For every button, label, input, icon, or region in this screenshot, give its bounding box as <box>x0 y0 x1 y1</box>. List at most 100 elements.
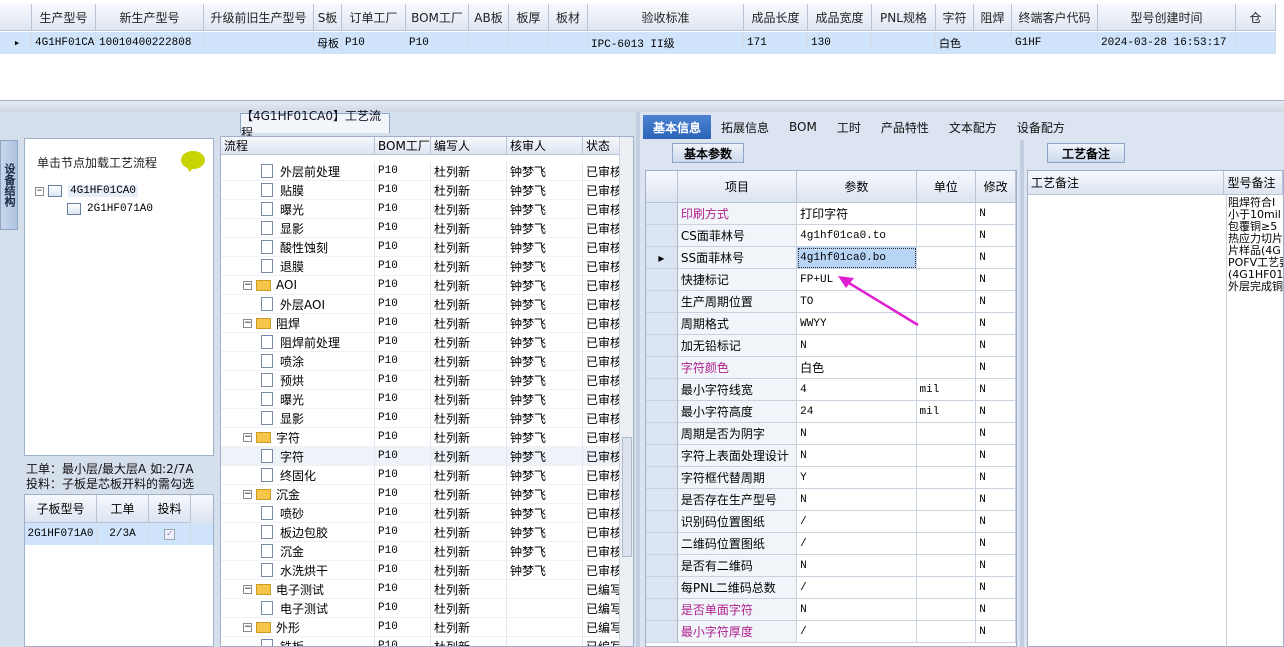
table-row[interactable]: CS面菲林号 4g1hf01ca0.to N <box>646 225 1016 247</box>
param-value[interactable]: / <box>797 577 917 599</box>
flow-name-cell[interactable]: 字符 <box>221 447 375 466</box>
flow-name-cell[interactable]: 电子测试 <box>221 599 375 618</box>
param-value[interactable]: TO <box>797 291 917 313</box>
param-value[interactable]: WWYY <box>797 313 917 335</box>
cell[interactable] <box>469 32 509 54</box>
row-indicator[interactable]: ▸ <box>646 247 678 269</box>
param-modify[interactable]: N <box>976 203 1016 225</box>
table-row[interactable]: 周期是否为阴字 N N <box>646 423 1016 445</box>
col-header[interactable]: 成品宽度 <box>808 4 872 31</box>
speech-bubble-icon[interactable] <box>181 151 205 172</box>
flow-name-cell[interactable]: 终固化 <box>221 466 375 485</box>
tab-4[interactable]: 产品特性 <box>871 115 939 139</box>
model-note-text[interactable]: 阻焊符合I 小于10mil 包覆铜≥5 热应力切片 片样品(4G POFV工艺要 (4G1H… <box>1228 197 1283 293</box>
flow-name-cell[interactable]: 阻焊前处理 <box>221 333 375 352</box>
table-row[interactable]: 印刷方式 打印字符 N <box>646 203 1016 225</box>
table-row[interactable]: 快捷标记 FP+UL N <box>646 269 1016 291</box>
cell[interactable]: 2024-03-28 16:53:17 <box>1098 32 1236 54</box>
param-value[interactable]: N <box>797 555 917 577</box>
tab-3[interactable]: 工时 <box>827 115 871 139</box>
row-indicator[interactable] <box>646 577 678 599</box>
table-row[interactable]: 喷涂 P10 杜列新 钟梦飞 已审核 <box>221 352 621 371</box>
table-row[interactable]: 字符 P10 杜列新 钟梦飞 已审核 <box>221 447 621 466</box>
col-header[interactable]: 型号创建时间 <box>1098 4 1236 31</box>
table-row[interactable]: 退膜 P10 杜列新 钟梦飞 已审核 <box>221 257 621 276</box>
cell[interactable] <box>974 32 1012 54</box>
device-structure-tab[interactable]: 设备结构 <box>0 140 18 230</box>
flow-name-cell[interactable]: 外层前处理 <box>221 162 375 181</box>
table-row[interactable]: 终固化 P10 杜列新 钟梦飞 已审核 <box>221 466 621 485</box>
table-row[interactable]: 是否有二维码 N N <box>646 555 1016 577</box>
param-value[interactable]: Y <box>797 467 917 489</box>
flow-name-cell[interactable]: 预烘 <box>221 371 375 390</box>
collapse-icon[interactable]: − <box>243 584 252 594</box>
col-header[interactable]: 板厚 <box>509 4 549 31</box>
tree-node-root[interactable]: − 4G1HF01CA0 <box>35 182 139 200</box>
table-row[interactable]: 周期格式 WWYY N <box>646 313 1016 335</box>
flow-name-cell[interactable]: 外层AOI <box>221 295 375 314</box>
col-header[interactable]: 仓 <box>1236 4 1276 31</box>
param-modify[interactable]: N <box>976 401 1016 423</box>
collapse-icon[interactable]: − <box>243 432 252 442</box>
col-header[interactable]: 新生产型号 <box>96 4 204 31</box>
param-value[interactable]: / <box>797 511 917 533</box>
flow-name-cell[interactable]: 曝光 <box>221 390 375 409</box>
table-row[interactable]: 生产周期位置 TO N <box>646 291 1016 313</box>
row-indicator[interactable] <box>646 269 678 291</box>
collapse-icon[interactable]: − <box>243 622 252 632</box>
table-row[interactable]: 曝光 P10 杜列新 钟梦飞 已审核 <box>221 390 621 409</box>
col-header[interactable]: PNL规格 <box>872 4 936 31</box>
param-modify[interactable]: N <box>976 379 1016 401</box>
row-indicator[interactable] <box>646 203 678 225</box>
collapse-icon[interactable]: − <box>35 186 44 196</box>
cell[interactable]: P10 <box>342 32 406 54</box>
table-row[interactable]: 预烘 P10 杜列新 钟梦飞 已审核 <box>221 371 621 390</box>
param-value[interactable]: N <box>797 335 917 357</box>
param-value[interactable]: 24 <box>797 401 917 423</box>
table-row[interactable]: 2G1HF071A0 2/3A ✓ <box>25 523 213 545</box>
row-indicator[interactable] <box>646 379 678 401</box>
flow-name-cell[interactable]: − AOI <box>221 276 375 295</box>
flow-name-cell[interactable]: 曝光 <box>221 200 375 219</box>
flow-scrollbar[interactable] <box>619 137 633 646</box>
param-modify[interactable]: N <box>976 335 1016 357</box>
flow-name-cell[interactable]: − 外形 <box>221 618 375 637</box>
col-header[interactable]: 验收标准 <box>588 4 744 31</box>
table-row[interactable]: 铣板 P10 杜列新 已编写 <box>221 637 621 646</box>
flow-name-cell[interactable]: 喷砂 <box>221 504 375 523</box>
col-header[interactable]: 板材 <box>549 4 588 31</box>
flow-name-cell[interactable]: 喷涂 <box>221 352 375 371</box>
table-row[interactable]: 曝光 P10 杜列新 钟梦飞 已审核 <box>221 200 621 219</box>
tab-basic-params[interactable]: 基本参数 <box>672 143 744 163</box>
col-header[interactable]: 终端客户代码 <box>1012 4 1098 31</box>
cell[interactable] <box>204 32 314 54</box>
col-header[interactable]: BOM工厂 <box>406 4 469 31</box>
table-row[interactable]: − 沉金 P10 杜列新 钟梦飞 已审核 <box>221 485 621 504</box>
table-row[interactable]: 电子测试 P10 杜列新 已编写 <box>221 599 621 618</box>
param-value[interactable]: N <box>797 599 917 621</box>
table-row[interactable]: − 电子测试 P10 杜列新 已编写 <box>221 580 621 599</box>
param-value[interactable]: N <box>797 489 917 511</box>
table-row[interactable]: 最小字符厚度 / N <box>646 621 1016 643</box>
table-row[interactable]: 酸性蚀刻 P10 杜列新 钟梦飞 已审核 <box>221 238 621 257</box>
flow-name-cell[interactable]: − 电子测试 <box>221 580 375 599</box>
row-indicator[interactable] <box>646 467 678 489</box>
col-header[interactable]: 阻焊 <box>974 4 1012 31</box>
param-modify[interactable]: N <box>976 445 1016 467</box>
feed-checkbox-cell[interactable]: ✓ <box>149 523 191 545</box>
param-modify[interactable]: N <box>976 467 1016 489</box>
param-modify[interactable]: N <box>976 555 1016 577</box>
cell[interactable]: 白色 <box>936 32 974 54</box>
table-row[interactable]: 字符上表面处理设计 N N <box>646 445 1016 467</box>
col-header[interactable]: 生产型号 <box>32 4 96 31</box>
flow-name-cell[interactable]: 显影 <box>221 219 375 238</box>
row-indicator[interactable] <box>646 291 678 313</box>
cell[interactable] <box>872 32 936 54</box>
param-value[interactable]: / <box>797 621 917 643</box>
flow-title-tab[interactable]: 【4G1HF01CA0】工艺流程 <box>240 109 390 140</box>
row-indicator[interactable] <box>646 511 678 533</box>
tab-0[interactable]: 基本信息 <box>643 115 712 139</box>
param-modify[interactable]: N <box>976 225 1016 247</box>
cell[interactable] <box>549 32 588 54</box>
table-row[interactable]: 是否单面字符 N N <box>646 599 1016 621</box>
